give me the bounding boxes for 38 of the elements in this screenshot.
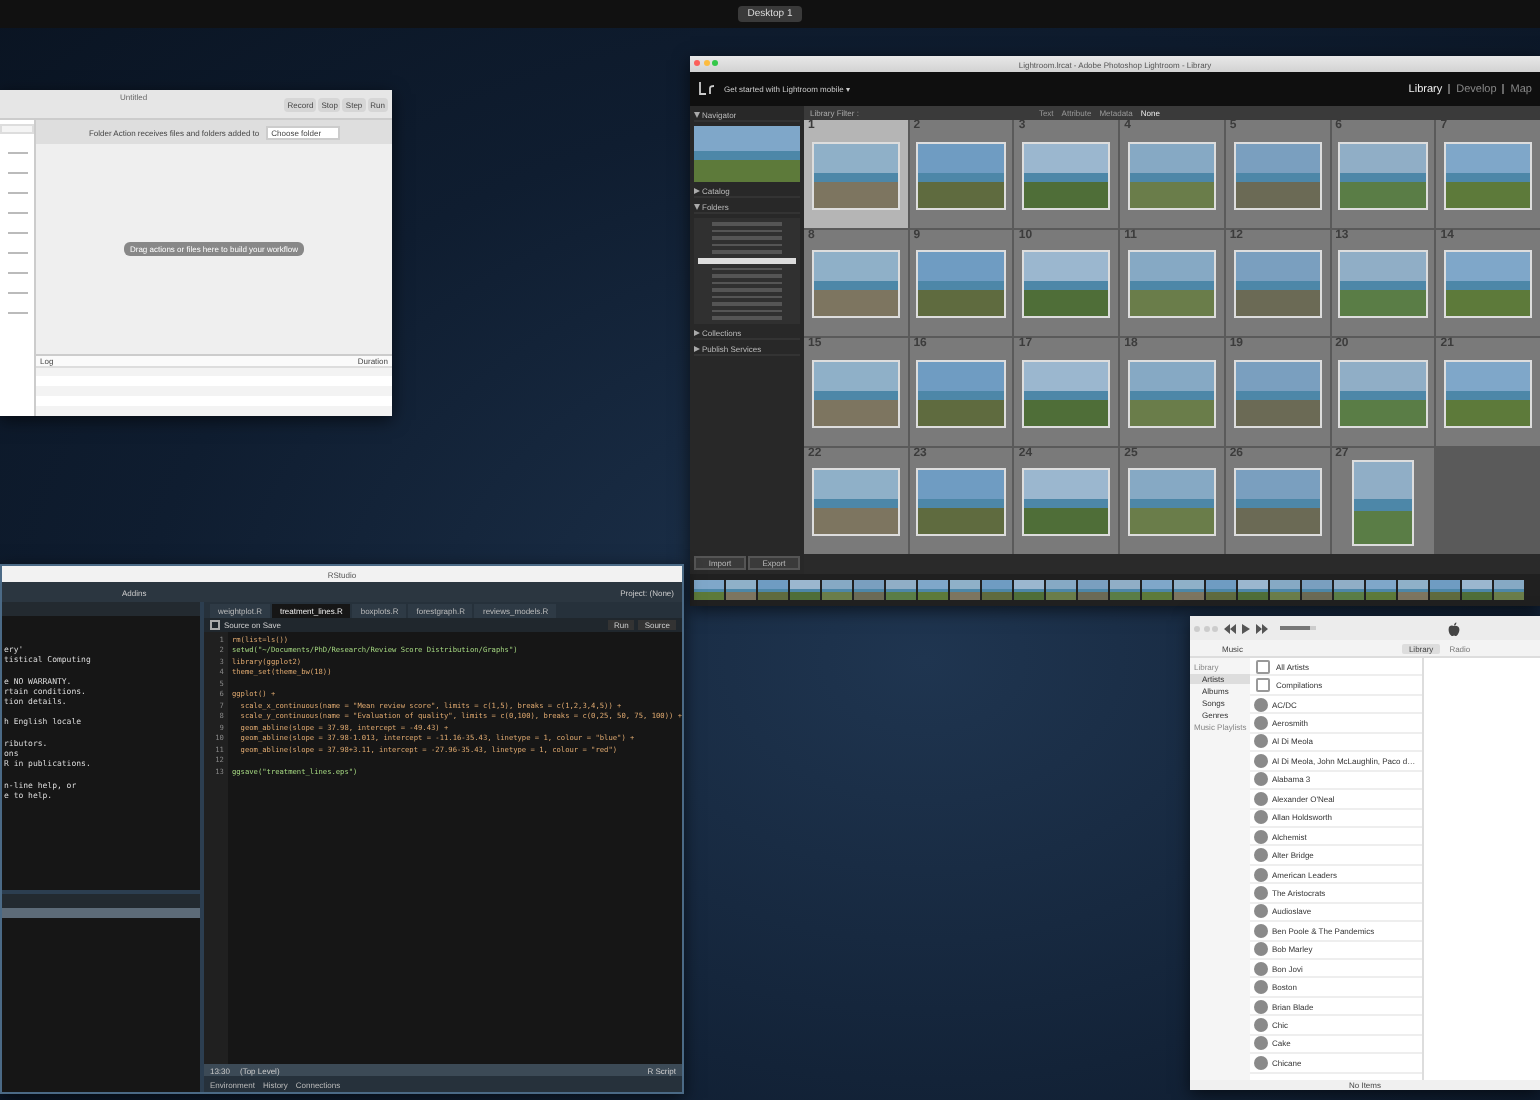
disclosure-triangle-icon[interactable] (694, 204, 700, 210)
photo-placeholder (1022, 141, 1111, 210)
lr-logo-icon (698, 82, 716, 96)
photo-placeholder (1233, 250, 1322, 319)
photo-placeholder (1338, 359, 1428, 428)
photo-placeholder (916, 250, 1006, 319)
disclosure-triangle-icon[interactable] (694, 112, 700, 118)
photo-placeholder (1233, 359, 1322, 428)
playback-controls-icon[interactable] (1224, 623, 1268, 633)
photo-placeholder (1443, 359, 1533, 428)
photo-placeholder (916, 141, 1006, 210)
photo-placeholder (1127, 468, 1217, 537)
photo-placeholder (1022, 250, 1111, 319)
photo-placeholder (811, 250, 901, 319)
photo-placeholder (1338, 250, 1428, 319)
photo-placeholder (811, 359, 901, 428)
photo-placeholder (1127, 359, 1217, 428)
photo-placeholder (811, 468, 901, 537)
photo-placeholder (1233, 468, 1322, 537)
photo-placeholder (1022, 359, 1111, 428)
disclosure-triangle-icon[interactable] (694, 345, 700, 351)
photo-placeholder (811, 141, 901, 210)
photo-placeholder (694, 126, 800, 182)
checkbox[interactable] (209, 620, 220, 630)
apple-logo-icon (1448, 621, 1460, 635)
photo-placeholder (916, 359, 1006, 428)
photo-placeholder (1443, 250, 1533, 319)
disclosure-triangle-icon[interactable] (694, 188, 700, 194)
photo-placeholder (1127, 250, 1217, 319)
photo-placeholder (1443, 141, 1533, 210)
photo-placeholder (1127, 141, 1217, 210)
photo-placeholder (916, 468, 1006, 537)
disclosure-triangle-icon[interactable] (694, 329, 700, 335)
photo-placeholder (1233, 141, 1322, 210)
search-field[interactable] (0, 124, 34, 134)
photo-placeholder (1352, 459, 1414, 546)
photo-placeholder (1338, 141, 1428, 210)
photo-placeholder (1022, 468, 1111, 537)
